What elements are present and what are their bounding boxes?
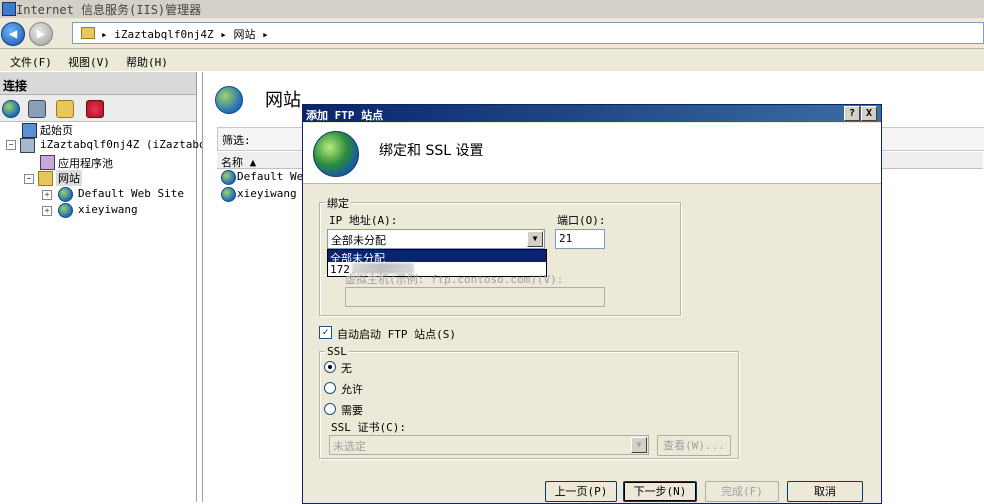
ssl-cert-select[interactable]: 未选定 ▼: [329, 435, 649, 455]
breadcrumb: ▸ iZaztabqlf0nj4Z ▸ 网站 ▸: [101, 28, 269, 41]
breadcrumb-sites[interactable]: 网站: [233, 28, 255, 41]
tree-item-app-pools[interactable]: 应用程序池: [58, 155, 113, 171]
sites-globe-icon: [215, 86, 243, 114]
virtual-host-input[interactable]: [345, 287, 605, 307]
save-icon[interactable]: [28, 100, 46, 118]
autostart-checkbox[interactable]: ✓: [319, 326, 332, 339]
website-globe-icon: [221, 170, 236, 185]
ip-address-select[interactable]: 全部未分配 ▼: [327, 229, 545, 249]
ssl-require-radio[interactable]: [324, 403, 336, 415]
menu-bar: 文件(F) 视图(V) 帮助(H): [0, 49, 984, 71]
dialog-title: 添加 FTP 站点: [306, 109, 384, 122]
chevron-down-icon[interactable]: ▼: [631, 437, 647, 453]
ssl-cert-label: SSL 证书(C):: [331, 421, 406, 434]
address-box[interactable]: ▸ iZaztabqlf0nj4Z ▸ 网站 ▸: [72, 22, 984, 44]
folder-icon: [81, 27, 95, 39]
tree-item-server[interactable]: iZaztabqlf0nj4Z (iZaztabql: [40, 138, 212, 151]
connections-toolbar: [0, 95, 196, 122]
window-title: Internet 信息服务(IIS)管理器: [16, 3, 202, 17]
forward-arrow-icon: ▶: [36, 26, 46, 42]
list-item[interactable]: xieyiwang: [237, 187, 297, 200]
ssl-none-label: 无: [341, 362, 352, 375]
start-page-icon: [22, 123, 37, 138]
app-pool-icon: [40, 155, 55, 170]
virtual-host-label: 虚拟主机(示例: ftp.contoso.com)(V):: [345, 273, 564, 286]
sites-folder-icon: [38, 171, 53, 186]
window-title-bar: Internet 信息服务(IIS)管理器: [0, 0, 984, 18]
help-button[interactable]: ?: [844, 106, 860, 121]
close-button[interactable]: X: [861, 106, 877, 121]
expand-icon[interactable]: +: [42, 190, 52, 200]
connect-globe-icon[interactable]: [2, 100, 20, 118]
tree-item-start-page[interactable]: 起始页: [40, 122, 73, 138]
finish-button[interactable]: 完成(F): [705, 481, 779, 502]
view-cert-button[interactable]: 查看(W)...: [657, 435, 731, 456]
website-globe-icon: [221, 187, 236, 202]
add-ftp-site-dialog: 添加 FTP 站点 ? X 绑定和 SSL 设置 绑定 IP 地址(A): 全部…: [302, 104, 882, 504]
disconnect-icon[interactable]: [86, 100, 104, 118]
collapse-icon[interactable]: −: [6, 140, 16, 150]
ssl-require-label: 需要: [341, 404, 363, 417]
ip-address-label: IP 地址(A):: [329, 214, 398, 227]
connections-pane: 连接 起始页 − iZaztabqlf0nj4Z (iZaztabql 应用程序…: [0, 72, 212, 502]
previous-button[interactable]: 上一页(P): [545, 481, 617, 502]
autostart-label: 自动启动 FTP 站点(S): [337, 328, 456, 341]
iis-app-icon: [2, 2, 16, 16]
menu-file[interactable]: 文件(F): [10, 54, 52, 70]
filter-label: 筛选:: [222, 134, 251, 147]
ftp-globe-icon: [313, 131, 359, 177]
dialog-title-bar: 添加 FTP 站点 ? X: [303, 105, 881, 122]
binding-group-label: 绑定: [325, 195, 351, 211]
tree-item-xieyiwang[interactable]: xieyiwang: [78, 203, 138, 216]
connections-header: 连接: [0, 72, 196, 95]
next-button[interactable]: 下一步(N): [623, 481, 697, 502]
ssl-none-radio[interactable]: [324, 361, 336, 373]
website-globe-icon: [58, 187, 73, 202]
ip-option-all-unassigned[interactable]: 全部未分配: [328, 250, 546, 265]
menu-view[interactable]: 视图(V): [68, 54, 110, 70]
tree-item-sites[interactable]: 网站: [56, 170, 82, 186]
cancel-button[interactable]: 取消: [787, 481, 863, 502]
port-input[interactable]: 21: [555, 229, 605, 249]
collapse-icon[interactable]: −: [24, 174, 34, 184]
website-globe-icon: [58, 203, 73, 218]
dialog-heading: 绑定和 SSL 设置: [379, 143, 484, 159]
list-item[interactable]: Default Web: [237, 170, 310, 183]
dialog-header: 绑定和 SSL 设置: [303, 123, 881, 184]
tree-item-default-web-site[interactable]: Default Web Site: [78, 187, 184, 200]
ssl-group-label: SSL: [325, 345, 349, 358]
forward-button[interactable]: ▶: [29, 22, 53, 46]
port-label: 端口(O):: [557, 214, 606, 227]
expand-icon[interactable]: +: [42, 206, 52, 216]
back-button[interactable]: ◀: [1, 22, 25, 46]
chevron-down-icon[interactable]: ▼: [527, 231, 543, 247]
server-icon: [20, 138, 35, 153]
connections-title: 连接: [3, 79, 28, 93]
breadcrumb-server[interactable]: iZaztabqlf0nj4Z: [114, 28, 213, 41]
ssl-allow-radio[interactable]: [324, 382, 336, 394]
up-folder-icon[interactable]: [56, 100, 74, 118]
navigation-bar: ◀ ▶ ▸ iZaztabqlf0nj4Z ▸ 网站 ▸: [0, 18, 984, 49]
menu-help[interactable]: 帮助(H): [126, 54, 168, 70]
ssl-allow-label: 允许: [341, 383, 363, 396]
back-arrow-icon: ◀: [8, 26, 18, 42]
page-title: 网站: [265, 90, 301, 111]
